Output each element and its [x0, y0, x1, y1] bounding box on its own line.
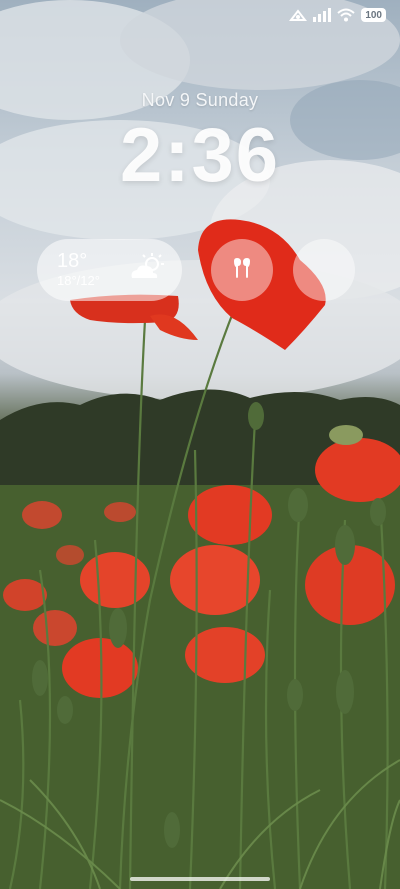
earbuds-icon	[231, 257, 253, 283]
lockscreen-clock: 2:36	[119, 113, 281, 198]
weather-temps: 18° 18°/12°	[57, 250, 126, 290]
partly-sunny-icon	[126, 252, 166, 289]
weather-temp-range: 18°/12°	[57, 273, 100, 288]
alarm-icon	[289, 8, 308, 22]
lockscreen-date: Nov 9 Sunday	[141, 90, 259, 110]
status-bar: 100	[289, 8, 386, 22]
wifi-icon	[337, 8, 355, 22]
weather-current-temp: 18°	[57, 250, 88, 272]
lock-screen: 100 Nov 9 Sunday 2:36 18° 18°/12°	[0, 0, 400, 889]
earbuds-shortcut-button[interactable]	[211, 239, 273, 301]
empty-shortcut-button[interactable]	[293, 239, 355, 301]
weather-widget[interactable]: 18° 18°/12°	[37, 239, 182, 301]
signal-icon	[313, 8, 332, 22]
battery-indicator: 100	[361, 8, 386, 22]
home-indicator[interactable]	[130, 877, 270, 881]
